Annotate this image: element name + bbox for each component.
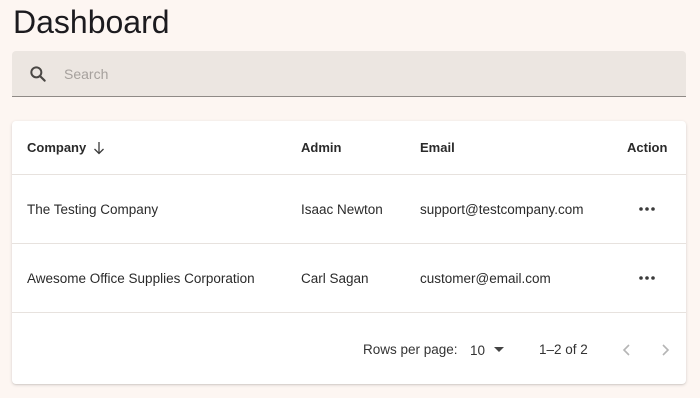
next-page-button[interactable] xyxy=(655,340,675,360)
rows-per-page-value: 10 xyxy=(470,342,486,358)
admin-cell: Carl Sagan xyxy=(301,270,369,286)
table-row: The Testing Company Isaac Newton support… xyxy=(12,175,686,244)
page-title: Dashboard xyxy=(13,4,170,40)
admin-cell: Isaac Newton xyxy=(301,201,383,217)
column-header-admin: Admin xyxy=(301,140,342,155)
chevron-right-icon xyxy=(662,344,670,356)
column-header-action: Action xyxy=(627,140,668,155)
company-cell: The Testing Company xyxy=(27,201,159,217)
table-pagination: Rows per page: 10 1–2 of 2 xyxy=(12,313,686,384)
column-header-company[interactable]: Company xyxy=(27,121,105,174)
table-row: Awesome Office Supplies Corporation Carl… xyxy=(12,244,686,313)
row-actions-button[interactable] xyxy=(636,267,658,289)
search-bar[interactable] xyxy=(12,51,686,97)
company-cell: Awesome Office Supplies Corporation xyxy=(27,270,255,286)
column-header-email: Email xyxy=(420,140,455,155)
more-horizontal-icon xyxy=(639,207,655,211)
page-range-text: 1–2 of 2 xyxy=(539,342,588,357)
search-input[interactable] xyxy=(64,59,664,89)
more-horizontal-icon xyxy=(639,276,655,280)
caret-down-icon xyxy=(494,347,505,352)
column-header-company-label: Company xyxy=(27,140,87,155)
table-header-row: Company Admin Email Action xyxy=(12,121,686,175)
chevron-left-icon xyxy=(622,344,630,356)
action-cell xyxy=(636,244,658,312)
data-table: Company Admin Email Action The Testing C… xyxy=(12,121,686,384)
search-icon xyxy=(30,66,46,82)
previous-page-button[interactable] xyxy=(617,340,637,360)
action-cell xyxy=(636,175,658,243)
email-cell: support@testcompany.com xyxy=(420,201,584,217)
rows-per-page-label: Rows per page: xyxy=(363,342,458,357)
row-actions-button[interactable] xyxy=(636,198,658,220)
email-cell: customer@email.com xyxy=(420,270,551,286)
rows-per-page-select[interactable]: 10 xyxy=(470,340,505,360)
arrow-down-icon xyxy=(94,141,105,154)
